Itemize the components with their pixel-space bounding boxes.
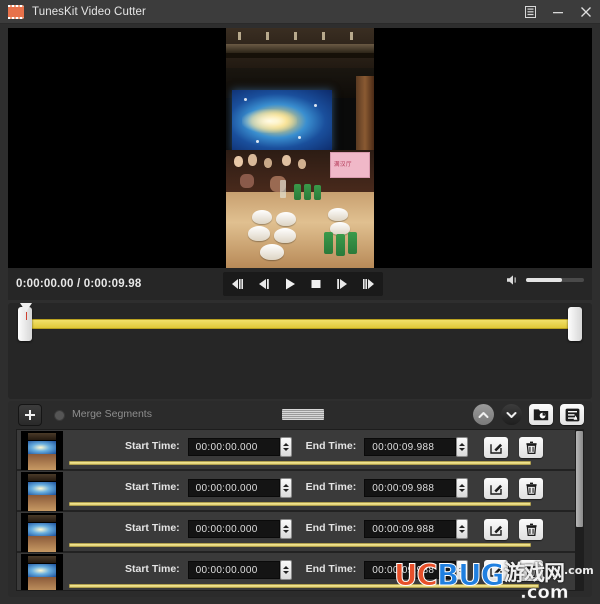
segments-panel: Merge Segments Start Time: 00:00:00.000 … bbox=[8, 401, 592, 597]
close-icon[interactable] bbox=[572, 0, 600, 24]
segment-duration-bar bbox=[69, 584, 539, 588]
trash-icon[interactable] bbox=[519, 478, 544, 499]
segment-thumbnail[interactable] bbox=[21, 554, 63, 590]
segments-list[interactable]: Start Time: 00:00:00.000 End Time: 00:00:09… bbox=[16, 429, 576, 591]
segment-start-label: Start Time: bbox=[125, 522, 180, 534]
segment-end-label: End Time: bbox=[305, 522, 357, 534]
trash-icon[interactable] bbox=[519, 519, 544, 540]
segment-start-stepper[interactable] bbox=[279, 437, 292, 457]
segment-end-label: End Time: bbox=[305, 481, 357, 493]
menu-list-icon[interactable] bbox=[516, 0, 544, 24]
segment-start-input[interactable]: 00:00:00.000 bbox=[187, 438, 280, 456]
video-sign-text: 满汉厅 bbox=[334, 162, 353, 168]
app-title: TunesKit Video Cutter bbox=[32, 5, 146, 18]
trim-panel: [ ] Open Start Time: 00:00:00.000 End Ti… bbox=[8, 303, 592, 399]
segment-start-stepper[interactable] bbox=[279, 519, 292, 539]
segments-header-icons bbox=[473, 404, 584, 425]
trim-timeline[interactable] bbox=[26, 319, 574, 329]
playback-controls bbox=[223, 272, 383, 296]
segments-scrollbar[interactable] bbox=[575, 429, 584, 591]
segment-end-input[interactable]: 00:00:09.988 bbox=[364, 438, 457, 456]
trash-icon[interactable] bbox=[519, 437, 544, 458]
segment-end-input[interactable]: 00:00:09.988 bbox=[364, 479, 457, 497]
next-segment-icon[interactable] bbox=[355, 272, 381, 296]
add-segment-button[interactable] bbox=[18, 404, 42, 426]
chevron-up-icon[interactable] bbox=[473, 404, 494, 425]
list-settings-icon[interactable] bbox=[560, 404, 584, 425]
segment-end-input[interactable]: 00:00:09.988 bbox=[364, 561, 457, 579]
media-folder-icon[interactable] bbox=[529, 404, 553, 425]
scrollbar-thumb[interactable] bbox=[576, 431, 583, 527]
edit-icon[interactable] bbox=[484, 519, 509, 540]
time-readout: 0:00:00.00 / 0:00:09.98 bbox=[16, 278, 142, 290]
segment-duration-bar bbox=[69, 502, 531, 506]
play-icon[interactable] bbox=[277, 272, 303, 296]
video-led-screen bbox=[232, 90, 332, 152]
trim-selection-range bbox=[26, 319, 574, 329]
merge-segments-label: Merge Segments bbox=[72, 408, 152, 420]
segment-end-label: End Time: bbox=[305, 563, 357, 575]
prev-segment-icon[interactable] bbox=[225, 272, 251, 296]
segment-duration-bar bbox=[69, 461, 531, 465]
segment-thumbnail[interactable] bbox=[21, 472, 63, 511]
resize-grip[interactable] bbox=[282, 409, 324, 420]
volume-control[interactable] bbox=[506, 274, 584, 286]
segment-end-stepper[interactable] bbox=[456, 478, 469, 498]
segment-start-label: Start Time: bbox=[125, 440, 180, 452]
segment-end-label: End Time: bbox=[305, 440, 357, 452]
segment-start-input[interactable]: 00:00:00.000 bbox=[187, 561, 280, 579]
film-strip-icon bbox=[8, 4, 24, 19]
table-row[interactable]: Start Time: 00:00:00.000 End Time: 00:00:09… bbox=[17, 553, 575, 590]
window-controls bbox=[516, 0, 600, 23]
table-row[interactable]: Start Time: 00:00:00.000 End Time: 00:00:09… bbox=[17, 430, 575, 471]
title-bar: TunesKit Video Cutter bbox=[0, 0, 600, 24]
segment-start-input[interactable]: 00:00:00.000 bbox=[187, 479, 280, 497]
edit-icon[interactable] bbox=[484, 437, 509, 458]
segment-duration-bar bbox=[69, 543, 531, 547]
table-row[interactable]: Start Time: 00:00:00.000 End Time: 00:00:09… bbox=[17, 471, 575, 512]
speaker-icon[interactable] bbox=[506, 274, 520, 286]
segment-end-input[interactable]: 00:00:09.988 bbox=[364, 520, 457, 538]
volume-slider[interactable] bbox=[526, 278, 584, 282]
edit-icon[interactable] bbox=[484, 478, 509, 499]
merge-segments-checkbox[interactable] bbox=[54, 410, 65, 421]
segment-start-label: Start Time: bbox=[125, 481, 180, 493]
edit-icon[interactable] bbox=[484, 560, 509, 581]
segment-thumbnail[interactable] bbox=[21, 431, 63, 470]
segment-start-stepper[interactable] bbox=[279, 560, 292, 580]
video-frame: 满汉厅 bbox=[226, 28, 374, 268]
volume-fill bbox=[526, 278, 562, 282]
segment-end-stepper[interactable] bbox=[456, 560, 469, 580]
segment-start-label: Start Time: bbox=[125, 563, 180, 575]
segment-start-stepper[interactable] bbox=[279, 478, 292, 498]
stop-icon[interactable] bbox=[303, 272, 329, 296]
step-forward-icon[interactable] bbox=[329, 272, 355, 296]
video-sign: 满汉厅 bbox=[330, 152, 370, 178]
transport-bar: 0:00:00.00 / 0:00:09.98 bbox=[8, 268, 592, 300]
segment-end-stepper[interactable] bbox=[456, 519, 469, 539]
table-row[interactable]: Start Time: 00:00:00.000 End Time: 00:00:09… bbox=[17, 512, 575, 553]
segments-header: Merge Segments bbox=[8, 401, 592, 429]
segment-thumbnail[interactable] bbox=[21, 513, 63, 552]
chevron-down-icon[interactable] bbox=[501, 404, 522, 425]
step-backward-icon[interactable] bbox=[251, 272, 277, 296]
segment-end-stepper[interactable] bbox=[456, 437, 469, 457]
playhead-marker[interactable] bbox=[20, 303, 32, 320]
minimize-icon[interactable] bbox=[544, 0, 572, 24]
trash-icon[interactable] bbox=[519, 560, 544, 581]
trim-end-handle[interactable] bbox=[568, 307, 582, 341]
segment-start-input[interactable]: 00:00:00.000 bbox=[187, 520, 280, 538]
video-preview-area[interactable]: 满汉厅 bbox=[8, 28, 592, 268]
